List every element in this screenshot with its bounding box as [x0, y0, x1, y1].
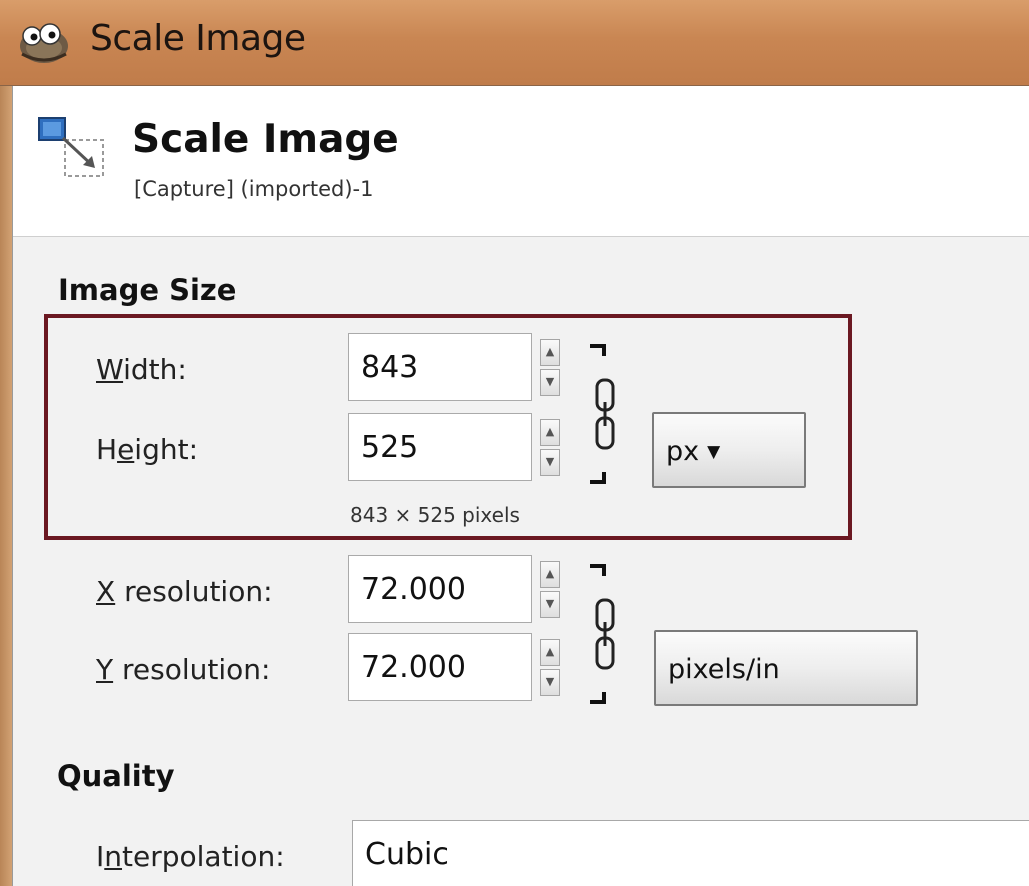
chevron-down-icon: ▼: [707, 442, 721, 462]
x-resolution-label: X resolution:: [96, 575, 273, 608]
height-spinner[interactable]: ▲ ▼: [538, 413, 564, 481]
width-increment-button[interactable]: ▲: [540, 339, 560, 366]
chain-link-icon[interactable]: [592, 378, 618, 450]
width-input[interactable]: 843: [348, 333, 532, 401]
window-title: Scale Image: [90, 18, 306, 59]
width-spinner[interactable]: ▲ ▼: [538, 333, 564, 401]
dialog-subtitle: [Capture] (imported)-1: [134, 177, 374, 201]
interpolation-dropdown[interactable]: Cubic: [352, 820, 1029, 886]
dialog-header: Scale Image [Capture] (imported)-1: [13, 86, 1029, 237]
width-label: Width:: [96, 353, 187, 386]
window-frame-left: [0, 86, 12, 886]
gimp-icon: [20, 23, 68, 63]
height-label: Height:: [96, 433, 199, 466]
x-resolution-increment-button[interactable]: ▲: [540, 561, 560, 588]
window-titlebar: Scale Image: [0, 0, 1029, 86]
resolution-unit-dropdown[interactable]: pixels/in: [654, 630, 918, 706]
interpolation-label: Interpolation:: [96, 840, 285, 873]
dialog-title: Scale Image: [132, 117, 399, 162]
width-decrement-button[interactable]: ▼: [540, 369, 560, 396]
quality-heading: Quality: [57, 759, 175, 793]
size-unit-dropdown[interactable]: px ▼: [652, 412, 806, 488]
pixel-dimensions-note: 843 × 525 pixels: [350, 503, 520, 527]
height-input[interactable]: 525: [348, 413, 532, 481]
height-decrement-button[interactable]: ▼: [540, 449, 560, 476]
y-resolution-spinner[interactable]: ▲ ▼: [538, 633, 564, 701]
x-resolution-input[interactable]: 72.000: [348, 555, 532, 623]
scale-image-icon: [38, 117, 104, 177]
y-resolution-increment-button[interactable]: ▲: [540, 639, 560, 666]
image-size-heading: Image Size: [58, 273, 237, 307]
x-resolution-decrement-button[interactable]: ▼: [540, 591, 560, 618]
x-resolution-spinner[interactable]: ▲ ▼: [538, 555, 564, 623]
height-increment-button[interactable]: ▲: [540, 419, 560, 446]
y-resolution-label: Y resolution:: [96, 653, 271, 686]
chain-link-icon[interactable]: [592, 598, 618, 670]
y-resolution-input[interactable]: 72.000: [348, 633, 532, 701]
y-resolution-decrement-button[interactable]: ▼: [540, 669, 560, 696]
